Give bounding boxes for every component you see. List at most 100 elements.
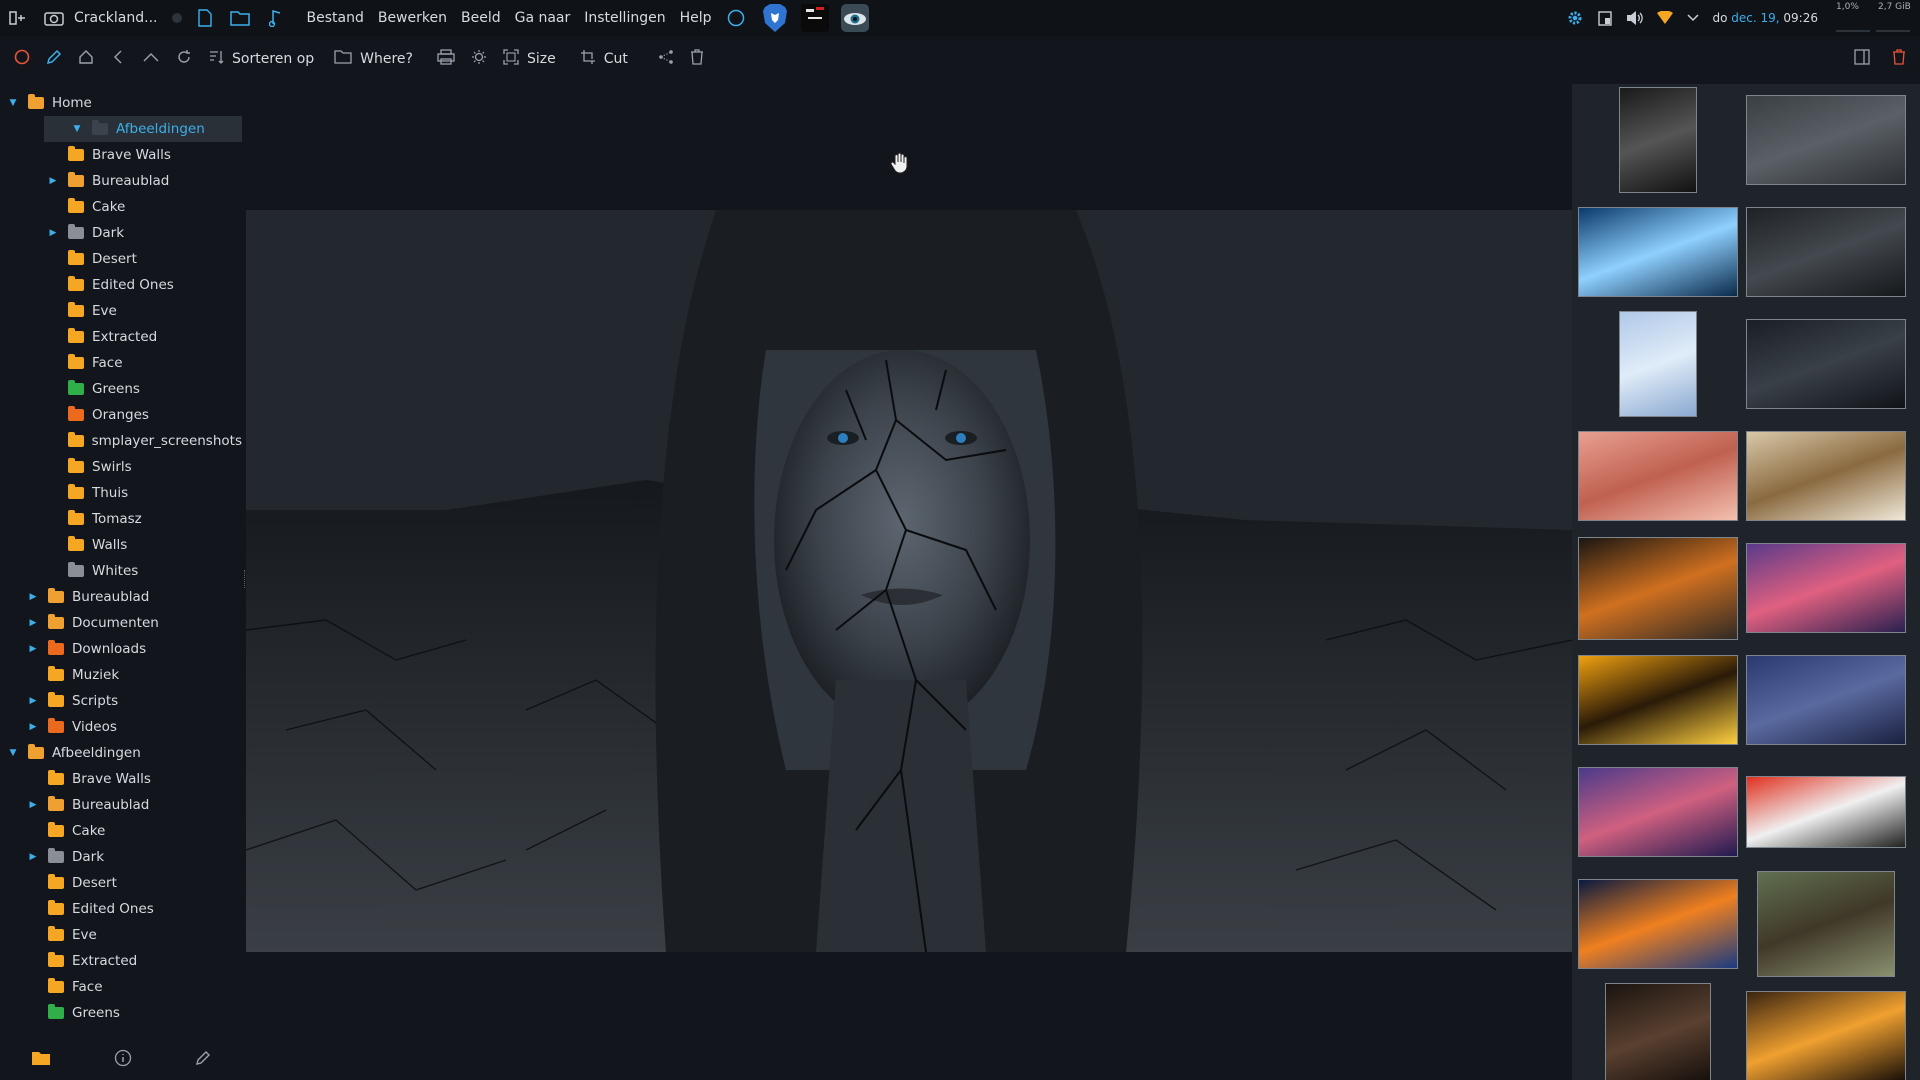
- tree-item[interactable]: Swirls: [0, 454, 242, 480]
- thumbnail-violet-lake-boat[interactable]: [1574, 756, 1742, 868]
- expand-arrow-closed-icon[interactable]: ▶: [26, 592, 40, 602]
- app-launcher-icon[interactable]: [0, 0, 36, 36]
- thumbnail-hooded-face[interactable]: [1742, 196, 1910, 308]
- expand-arrow-closed-icon[interactable]: ▶: [26, 722, 40, 732]
- info-icon[interactable]: [114, 1049, 132, 1072]
- expand-arrow-closed-icon[interactable]: ▶: [46, 228, 60, 238]
- edit-button[interactable]: [38, 36, 70, 82]
- tree-item[interactable]: Desert: [0, 870, 242, 896]
- thumbnail-comic-figures[interactable]: [1742, 756, 1910, 868]
- expand-arrow-closed-icon[interactable]: ▶: [26, 696, 40, 706]
- toggle-panel-button[interactable]: [1846, 36, 1884, 82]
- thumbnail-purple-lake-boat[interactable]: [1742, 532, 1910, 644]
- tree-item[interactable]: Face: [0, 974, 242, 1000]
- tree-item[interactable]: Desert: [0, 246, 242, 272]
- system-monitor[interactable]: 1,0% 2,7 GiB: [1834, 0, 1914, 36]
- tree-item[interactable]: ▶ Downloads: [0, 636, 242, 662]
- tree-item[interactable]: ▶ Bureaublad: [0, 168, 242, 194]
- share-button[interactable]: [650, 36, 682, 82]
- tree-item[interactable]: ▼ Home: [0, 90, 242, 116]
- tree-item[interactable]: Muziek: [0, 662, 242, 688]
- expand-arrow-closed-icon[interactable]: ▶: [26, 800, 40, 810]
- thumbnail-orange-tabletop[interactable]: [1574, 644, 1742, 756]
- print-button[interactable]: [429, 36, 463, 82]
- brightness-button[interactable]: [463, 36, 495, 82]
- wifi-icon[interactable]: [1650, 0, 1680, 36]
- edit-pencil-icon[interactable]: [195, 1050, 211, 1071]
- up-button[interactable]: [134, 36, 168, 82]
- tree-item[interactable]: Extracted: [0, 948, 242, 974]
- menu-beeld[interactable]: Beeld: [454, 10, 508, 26]
- tree-item[interactable]: Face: [0, 350, 242, 376]
- tree-item[interactable]: Edited Ones: [0, 272, 242, 298]
- thumbnail-umbrella-night[interactable]: [1742, 308, 1910, 420]
- thumbnail-planet-sunrise[interactable]: [1574, 868, 1742, 980]
- tree-item[interactable]: Brave Walls: [0, 766, 242, 792]
- thumbnail-dark-interior[interactable]: [1574, 84, 1742, 196]
- reload-button[interactable]: [168, 36, 200, 82]
- cut-button[interactable]: Cut: [572, 36, 636, 82]
- file-manager-icon[interactable]: [220, 0, 260, 36]
- tree-item[interactable]: Greens: [0, 1000, 242, 1026]
- clock[interactable]: do dec. 19, 09:26: [1712, 11, 1818, 25]
- eye-app-icon[interactable]: [837, 0, 873, 36]
- tree-item[interactable]: Tomasz: [0, 506, 242, 532]
- thumbnail-bright-office[interactable]: [1742, 420, 1910, 532]
- back-button[interactable]: [102, 36, 134, 82]
- tree-item[interactable]: smplayer_screenshots: [0, 428, 242, 454]
- tree-item[interactable]: Edited Ones: [0, 896, 242, 922]
- settings-gear-icon[interactable]: [1560, 0, 1590, 36]
- menu-bewerken[interactable]: Bewerken: [371, 10, 454, 26]
- thumbnail-blue-clouds[interactable]: [1574, 196, 1742, 308]
- tree-item[interactable]: ▶ Dark: [0, 220, 242, 246]
- tree-item[interactable]: Eve: [0, 922, 242, 948]
- tree-item[interactable]: ▶ Scripts: [0, 688, 242, 714]
- thumbnail-city-skyline[interactable]: [1742, 84, 1910, 196]
- expand-arrow-closed-icon[interactable]: ▶: [26, 618, 40, 628]
- thumbnail-ear-closeup[interactable]: [1574, 420, 1742, 532]
- record-dot-icon[interactable]: [164, 0, 190, 36]
- brave-browser-icon[interactable]: [757, 0, 793, 36]
- tree-item[interactable]: Oranges: [0, 402, 242, 428]
- tree-item[interactable]: ▶ Videos: [0, 714, 242, 740]
- active-window-title[interactable]: Crackland...: [72, 10, 164, 26]
- sort-button[interactable]: Sorteren op: [200, 36, 322, 82]
- tree-item[interactable]: ▼ Afbeeldingen: [0, 740, 242, 766]
- tree-item[interactable]: Extracted: [0, 324, 242, 350]
- music-note-icon[interactable]: [260, 0, 290, 36]
- expand-arrow-closed-icon[interactable]: ▶: [26, 852, 40, 862]
- menu-ga-naar[interactable]: Ga naar: [508, 10, 578, 26]
- clipboard-icon[interactable]: [1590, 0, 1620, 36]
- tree-item[interactable]: Cake: [0, 194, 242, 220]
- expand-arrow-open-icon[interactable]: ▼: [6, 98, 20, 108]
- expand-arrow-closed-icon[interactable]: ▶: [26, 644, 40, 654]
- expand-arrow-open-icon[interactable]: ▼: [6, 748, 20, 758]
- tree-item[interactable]: ▶ Documenten: [0, 610, 242, 636]
- tree-item[interactable]: Greens: [0, 376, 242, 402]
- tree-item[interactable]: Cake: [0, 818, 242, 844]
- tree-item[interactable]: Brave Walls: [0, 142, 242, 168]
- stop-button[interactable]: [0, 36, 38, 82]
- circle-icon[interactable]: [719, 0, 753, 36]
- volume-icon[interactable]: [1620, 0, 1650, 36]
- tree-item[interactable]: Thuis: [0, 480, 242, 506]
- tree-item[interactable]: ▶ Bureaublad: [0, 792, 242, 818]
- thumbnail-blue-texture[interactable]: [1574, 308, 1742, 420]
- tree-item[interactable]: ▶ Dark: [0, 844, 242, 870]
- size-button[interactable]: Size: [495, 36, 564, 82]
- thumbnail-orangutan[interactable]: [1574, 980, 1742, 1080]
- tree-item[interactable]: Whites: [0, 558, 242, 584]
- thumbnail-blue-lake-boat[interactable]: [1742, 644, 1910, 756]
- expand-arrow-open-icon[interactable]: ▼: [70, 124, 84, 134]
- where-button[interactable]: Where?: [326, 36, 421, 82]
- terminal-app-icon[interactable]: [797, 0, 833, 36]
- thumbnail-painting-men[interactable]: [1742, 868, 1910, 980]
- tree-item[interactable]: ▶ Bureaublad: [0, 584, 242, 610]
- home-button[interactable]: [70, 36, 102, 82]
- trash-red-button[interactable]: [1884, 36, 1920, 82]
- menu-instellingen[interactable]: Instellingen: [577, 10, 672, 26]
- folder-panel-icon[interactable]: [31, 1050, 51, 1071]
- menu-bestand[interactable]: Bestand: [300, 10, 371, 26]
- chevron-down-icon[interactable]: [1680, 0, 1706, 36]
- tree-item[interactable]: ▼ Afbeeldingen: [44, 116, 242, 142]
